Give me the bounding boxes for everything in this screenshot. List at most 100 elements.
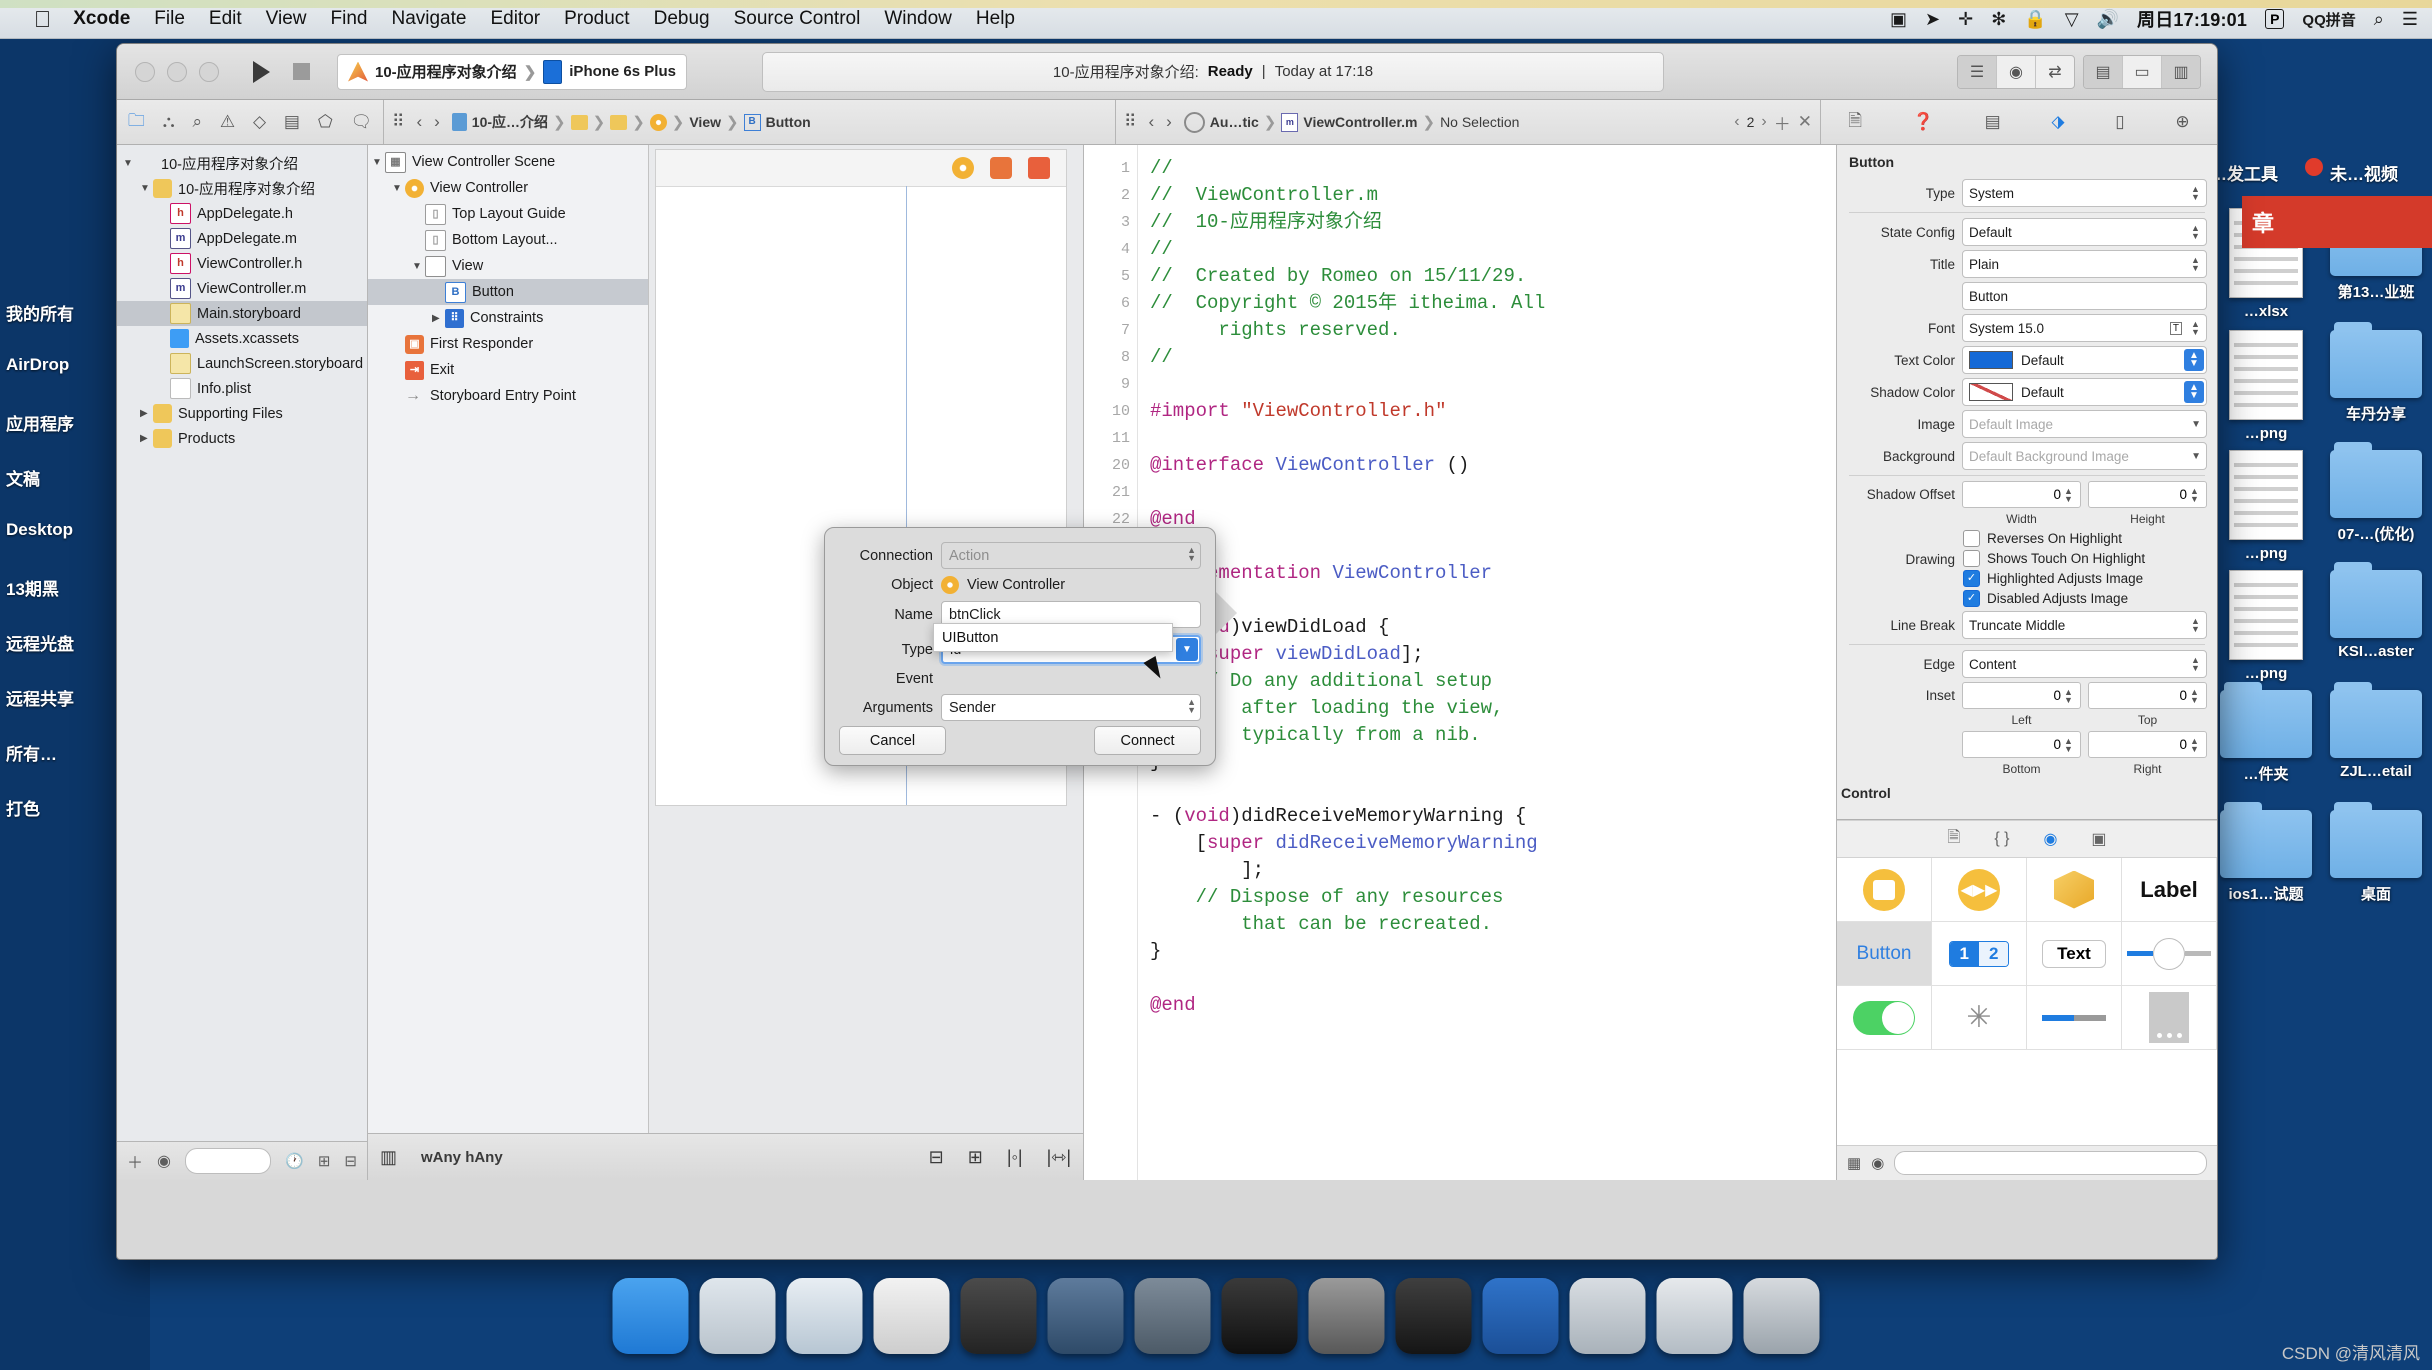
outline-row[interactable]: ▼ View Controller	[368, 175, 648, 201]
simulator-icon[interactable]	[1134, 1278, 1211, 1354]
library-item-switch[interactable]	[1837, 986, 1932, 1050]
trash-icon[interactable]	[1743, 1278, 1820, 1354]
stepper-icon[interactable]: ▲ ▼	[2188, 222, 2203, 242]
symbol-navigator-icon[interactable]: ⛬	[163, 112, 175, 132]
desktop-sidebar-label[interactable]: 文稿	[6, 465, 40, 490]
library-item-segmented-control[interactable]: 12	[1932, 922, 2027, 986]
pin-icon[interactable]: ⊞	[968, 1147, 983, 1168]
disclosure-triangle-icon[interactable]: ▼	[412, 261, 425, 272]
scene-exit-icon[interactable]	[1028, 157, 1050, 179]
wifi-icon[interactable]: ▽	[2065, 9, 2079, 30]
filter-icon[interactable]: ◉	[1871, 1154, 1884, 1172]
stepper-icon[interactable]: ▲ ▼	[2188, 615, 2203, 635]
minimize-window-button[interactable]	[167, 61, 187, 82]
navigator-tab-bar[interactable]: 🗀 ⛬ ⌕ ⚠ ◇ ▤ ⬠ 🗨	[117, 100, 384, 144]
mouse-icon[interactable]	[873, 1278, 950, 1354]
debug-navigator-icon[interactable]: ▤	[284, 112, 300, 132]
arguments-row[interactable]: Arguments Sender ▲ ▼	[839, 694, 1201, 721]
field-shadow-color-control[interactable]: Default ▲ ▼	[1962, 378, 2207, 406]
align-icon[interactable]: ⊟	[929, 1147, 944, 1168]
type-dropdown-menu[interactable]: UIButton	[933, 623, 1173, 652]
presentation-icon[interactable]	[1656, 1278, 1733, 1354]
text-color-swatch[interactable]	[1969, 351, 2013, 369]
field-state-config-popup[interactable]: Default ▲ ▼	[1962, 218, 2207, 246]
search-navigator-icon[interactable]: ⌕	[193, 112, 203, 132]
field-title-text[interactable]: Button	[1837, 282, 2207, 310]
settings-icon[interactable]	[1308, 1278, 1385, 1354]
connection-dialog[interactable]: Connection Action ▲ ▼ Object View Control…	[824, 527, 1216, 766]
checkbox-shows-touch[interactable]: Shows Touch On Highlight	[1963, 550, 2217, 567]
utilities-toggle-icon[interactable]: ▥	[2162, 55, 2200, 88]
field-edge-popup[interactable]: Content ▲ ▼	[1962, 650, 2207, 678]
desktop-icon[interactable]: 车丹分享	[2316, 322, 2432, 424]
attributes-inspector-icon[interactable]: ⬗	[2051, 112, 2064, 132]
field-text-color-control[interactable]: Default ▲ ▼	[1962, 346, 2207, 374]
navigator-row[interactable]: m AppDelegate.m	[117, 226, 367, 251]
attributes-inspector-body[interactable]: Button Type System ▲ ▼ State Config Defau…	[1837, 145, 2217, 819]
code-related-items-icon[interactable]: ⠿	[1124, 112, 1136, 132]
connection-popup[interactable]: Action ▲ ▼	[941, 542, 1201, 569]
menu-item-editor[interactable]: Editor	[490, 8, 540, 30]
field-state-config[interactable]: State Config Default ▲ ▼	[1837, 218, 2207, 246]
library-filter-input[interactable]	[1894, 1151, 2207, 1175]
storyboard-jump-bar[interactable]: ⠿ ‹ › 10-应…介绍 ❯ ❯ ❯ ❯ View ❯ B Button	[384, 100, 1116, 144]
standard-editor-icon[interactable]: ☰	[1958, 55, 1997, 88]
menu-item-navigate[interactable]: Navigate	[391, 8, 466, 30]
report-navigator-icon[interactable]: 🗨	[350, 112, 372, 132]
back-chevron-icon[interactable]: ‹	[416, 112, 422, 132]
library-tab-bar[interactable]: 🗎 { } ◉ ▣	[1837, 820, 2217, 858]
project-navigator-tree[interactable]: ▼ 10-应用程序对象介绍 ▼ 10-应用程序对象介绍 h AppDelegate.h m A…	[117, 145, 367, 1141]
search-icon[interactable]: ⌕	[2374, 9, 2384, 30]
connections-inspector-icon[interactable]: ⊕	[2175, 112, 2189, 132]
checkbox-highlighted-adjusts[interactable]: ✓ Highlighted Adjusts Image	[1963, 570, 2217, 587]
scene-first-responder-icon[interactable]	[990, 157, 1012, 179]
macos-dock[interactable]	[603, 1262, 1830, 1354]
code-jump-bar[interactable]: ⠿ ‹ › Au…tic ❯ m ViewController.m ❯ No S…	[1116, 100, 1821, 144]
breadcrumb[interactable]: 10-应…介绍 ❯ ❯ ❯ ❯ View ❯ B Button	[451, 112, 811, 132]
stop-button[interactable]	[281, 55, 321, 89]
field-background-input[interactable]: Default Background Image ▼	[1962, 442, 2207, 470]
disclosure-triangle-icon[interactable]: ▼	[372, 157, 385, 168]
shadow-offset-width-input[interactable]: 0 ▲ ▼	[1962, 481, 2081, 508]
code-snippet-library-icon[interactable]: { }	[1994, 830, 2009, 848]
menu-item-window[interactable]: Window	[884, 8, 952, 30]
menu-clock[interactable]: 周日17:19:01	[2137, 6, 2247, 32]
outline-row[interactable]: ▶ ⠿ Constraints	[368, 305, 648, 331]
desktop-icon[interactable]: …png	[2206, 450, 2326, 562]
navigator-row[interactable]: h AppDelegate.h	[117, 201, 367, 226]
apple-icon[interactable]: 	[34, 7, 51, 31]
navigator-footer[interactable]: ＋ ◉ 🕐 ⊞ ⊟	[117, 1141, 367, 1180]
object-library-icon[interactable]: ◉	[2043, 829, 2057, 849]
outline-row[interactable]: ▼ ▦ View Controller Scene	[368, 149, 648, 175]
library-item-page-control[interactable]	[2122, 986, 2217, 1050]
stepper-icon[interactable]: ▲ ▼	[1187, 546, 1196, 563]
project-navigator-icon[interactable]: 🗀	[128, 108, 145, 137]
stepper-icon[interactable]: ▲ ▼	[2061, 735, 2076, 755]
field-image[interactable]: Image Default Image ▼	[1837, 410, 2207, 438]
disclosure-triangle-icon[interactable]: ▶	[140, 433, 153, 444]
desktop-icon[interactable]: …件夹	[2206, 682, 2326, 784]
navigator-row[interactable]: h ViewController.h	[117, 251, 367, 276]
navigator-row[interactable]: Info.plist	[117, 376, 367, 401]
run-button[interactable]	[241, 55, 281, 89]
desktop-sidebar-label[interactable]: 打色	[6, 795, 40, 820]
library-item-object[interactable]	[2027, 858, 2122, 922]
menu-item-xcode[interactable]: Xcode	[73, 8, 130, 30]
desktop-sidebar-label[interactable]: Desktop	[6, 520, 73, 540]
library-item-slider[interactable]	[2122, 922, 2217, 986]
storyboard-footer[interactable]: ▥ wAny hAny ⊟ ⊞ |◦| |⇿|	[368, 1133, 1083, 1180]
notification-center-icon[interactable]: ☰	[2402, 9, 2418, 30]
desktop-sidebar-label[interactable]: AirDrop	[6, 355, 69, 375]
counter-next-icon[interactable]: ›	[1761, 113, 1766, 131]
checkbox-icon[interactable]	[1963, 550, 1980, 567]
field-font[interactable]: Font System 15.0 T ▲ ▼	[1837, 314, 2207, 342]
version-editor-icon[interactable]: ⇄	[2036, 56, 2074, 88]
identity-inspector-icon[interactable]: ▤	[1985, 112, 2001, 132]
code-counter-group[interactable]: ‹ 2 › ＋ ✕	[1734, 110, 1812, 135]
desktop-sidebar-label[interactable]: 远程共享	[6, 685, 74, 710]
checkbox-icon[interactable]	[1963, 530, 1980, 547]
type-option-uibutton[interactable]: UIButton	[934, 624, 1172, 651]
terminal-icon[interactable]	[1221, 1278, 1298, 1354]
view-as-icon[interactable]: ▥	[380, 1147, 397, 1168]
field-edge[interactable]: Edge Content ▲ ▼	[1837, 650, 2207, 678]
